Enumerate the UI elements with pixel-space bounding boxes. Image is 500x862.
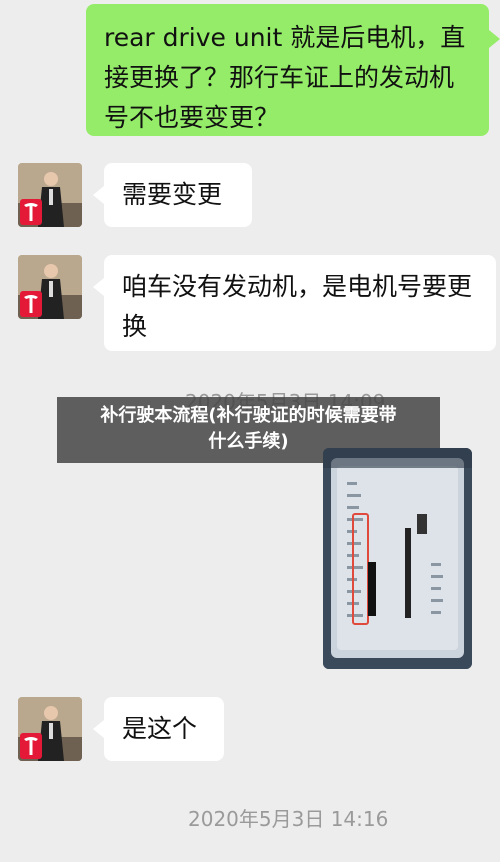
sent-bubble-tail <box>489 30 500 48</box>
registration-card-photo <box>323 448 472 669</box>
tesla-avatar-icon <box>18 255 82 319</box>
received-message-bubble[interactable]: 咱车没有发动机，是电机号要更换 <box>104 255 496 351</box>
banner-line-1: 补行驶本流程(补行驶证的时候需要带 <box>100 405 397 426</box>
tesla-avatar-icon <box>18 163 82 227</box>
received-message-bubble[interactable]: 是这个 <box>104 697 224 761</box>
tesla-avatar-icon <box>18 697 82 761</box>
avatar[interactable] <box>18 255 82 319</box>
timestamp: 2020年5月3日 14:16 <box>188 807 389 831</box>
received-bubble-tail <box>93 186 104 204</box>
received-message-bubble[interactable]: 需要变更 <box>104 163 252 227</box>
received-bubble-tail <box>93 720 104 738</box>
received-message-text: 咱车没有发动机，是电机号要更换 <box>122 272 473 341</box>
avatar[interactable] <box>18 697 82 761</box>
received-message-text: 需要变更 <box>122 180 223 209</box>
sent-message-text: rear drive unit 就是后电机，直接更换了？那行车证上的发动机号不也… <box>104 23 466 132</box>
image-message[interactable] <box>323 448 472 669</box>
received-message-text: 是这个 <box>122 714 198 743</box>
avatar[interactable] <box>18 163 82 227</box>
received-bubble-tail <box>93 278 104 296</box>
sent-message-bubble[interactable]: rear drive unit 就是后电机，直接更换了？那行车证上的发动机号不也… <box>86 4 489 136</box>
